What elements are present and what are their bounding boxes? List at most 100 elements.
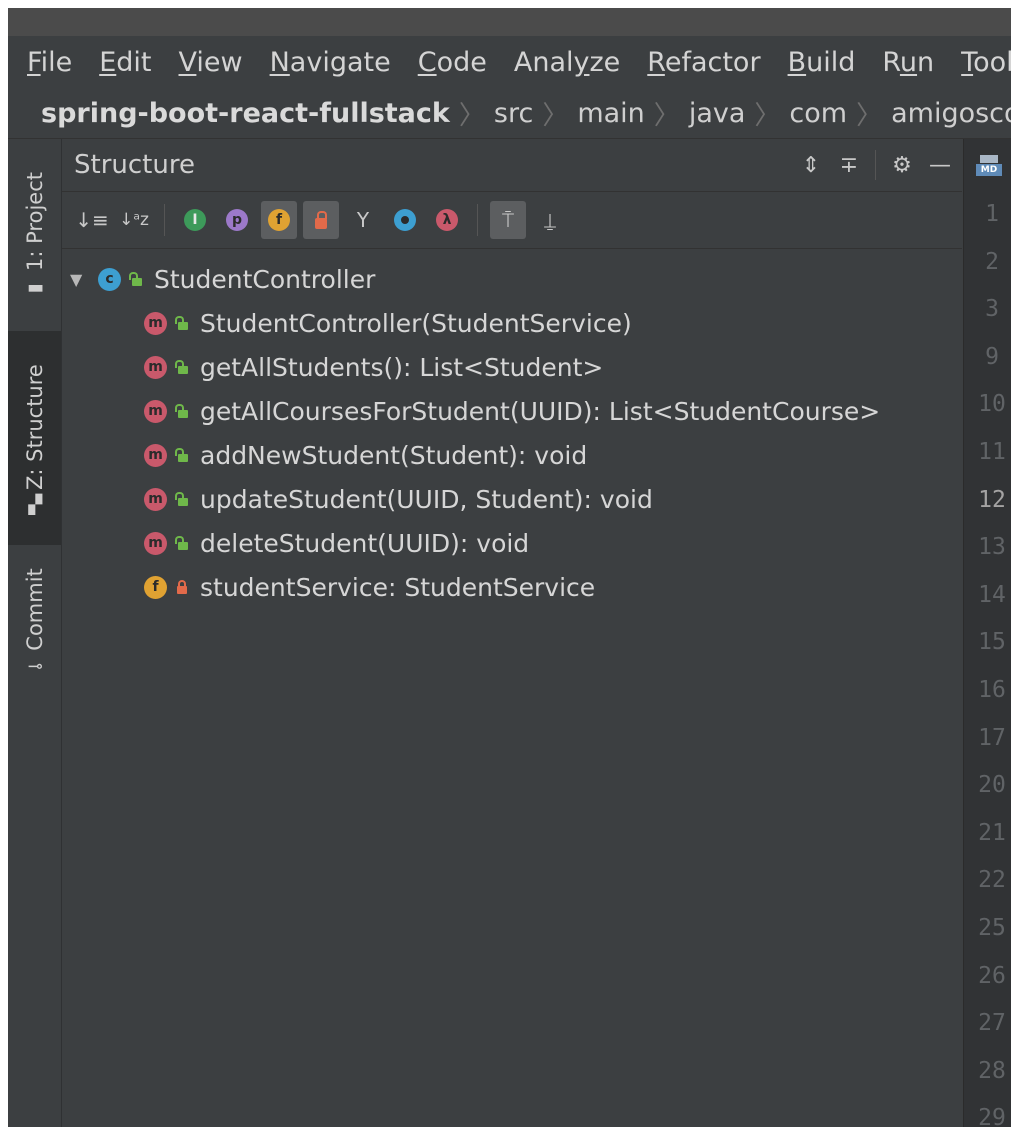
sort-by-visibility-button[interactable]: ↓≡ <box>74 201 110 239</box>
menu-navigate[interactable]: Navigate <box>270 47 391 78</box>
sidebar-tab-structure[interactable]: ▞ Z: Structure <box>8 331 61 545</box>
sort-alphabetically-button[interactable]: ↓ᵃz <box>116 201 152 239</box>
tree-member-row[interactable]: f studentService: StudentService <box>62 565 962 609</box>
sort-alpha-icon: ↓ᵃz <box>119 210 149 230</box>
line-number: 2 <box>985 248 999 275</box>
markdown-file-icon[interactable]: MD <box>976 153 1002 177</box>
breadcrumb: spring-boot-react-fullstack 〉 src 〉 main 〉 jav… <box>8 88 1011 139</box>
menu-code[interactable]: Code <box>418 47 487 78</box>
header-separator <box>875 150 876 180</box>
tree-member-row[interactable]: m deleteStudent(UUID): void <box>62 521 962 565</box>
line-number: 16 <box>978 677 1006 703</box>
breadcrumb-separator-icon: 〉 <box>856 100 883 131</box>
show-lambdas-button[interactable]: λ <box>429 201 465 239</box>
editor-gutter: MD 1 2 3 9 10 11 12 13 14 15 16 17 20 21 22 25 26 27 28 29 <box>963 139 1011 1127</box>
toolbar-separator-2 <box>477 204 478 236</box>
breadcrumb-item[interactable]: com <box>789 98 847 129</box>
collapse-all-button[interactable]: ∓ <box>833 149 865 181</box>
sidebar-tab-project[interactable]: ▬ 1: Project <box>8 139 61 329</box>
tree-members: m StudentController(StudentService) m getAl… <box>62 301 962 609</box>
panel-title: Structure <box>74 150 195 180</box>
commit-icon: ⊸ <box>26 655 43 677</box>
public-visibility-icon <box>175 404 188 418</box>
sidebar-tab-structure-label: Z: Structure <box>22 364 47 490</box>
line-number: 13 <box>978 534 1006 561</box>
lambda-icon: λ <box>436 209 458 231</box>
method-icon: m <box>144 531 167 555</box>
line-number: 28 <box>978 1057 1006 1084</box>
line-number: 9 <box>985 343 999 370</box>
menu-refactor[interactable]: Refactor <box>647 47 760 78</box>
show-lambdas-tree-button[interactable]: Y <box>345 201 381 239</box>
public-visibility-icon <box>175 536 188 550</box>
gear-icon: ⚙ <box>892 152 912 178</box>
settings-button[interactable]: ⚙ <box>886 149 918 181</box>
tree-member-row[interactable]: m updateStudent(UUID, Student): void <box>62 477 962 521</box>
public-visibility-icon <box>175 448 188 462</box>
line-number: 14 <box>978 581 1006 608</box>
tree-member-row[interactable]: m StudentController(StudentService) <box>62 301 962 345</box>
menu-analyze[interactable]: Analyze <box>514 47 620 78</box>
markdown-file-icon-label: MD <box>976 164 1002 176</box>
hierarchy-icon: Y <box>356 208 370 232</box>
autoscroll-from-source-button[interactable]: ⍊ <box>532 201 568 239</box>
breadcrumb-separator-icon: 〉 <box>653 100 680 131</box>
line-number: 29 <box>978 1105 1006 1127</box>
autoscroll-to-source-button[interactable]: ⍑ <box>490 201 526 239</box>
breadcrumb-item[interactable]: amigoscode <box>891 98 1011 129</box>
breadcrumb-item[interactable]: spring-boot-react-fullstack <box>41 98 450 129</box>
show-non-public-button[interactable] <box>303 201 339 239</box>
expand-all-button[interactable]: ⇕ <box>795 149 827 181</box>
line-number: 12 <box>978 486 1006 513</box>
public-visibility-icon <box>129 272 142 286</box>
tree-member-row[interactable]: m getAllStudents(): List<Student> <box>62 345 962 389</box>
show-properties-button[interactable]: p <box>219 201 255 239</box>
property-icon: p <box>226 209 248 231</box>
tree-member-label: getAllCoursesForStudent(UUID): List<Stud… <box>200 396 881 426</box>
menu-build[interactable]: Build <box>788 47 856 78</box>
line-number: 21 <box>978 819 1006 846</box>
show-fields-button[interactable]: f <box>261 201 297 239</box>
tree-root-row[interactable]: ▼ c StudentController <box>62 257 962 301</box>
tree-member-row[interactable]: m getAllCoursesForStudent(UUID): List<Stu… <box>62 389 962 433</box>
menu-view[interactable]: View <box>179 47 243 78</box>
breadcrumb-separator-icon: 〉 <box>458 100 485 131</box>
field-icon: f <box>268 209 290 231</box>
line-number: 10 <box>978 391 1006 418</box>
left-tool-strip: ▬ 1: Project ▞ Z: Structure ⊸ Commit <box>8 139 62 1127</box>
line-number: 27 <box>978 1010 1006 1037</box>
menu-file[interactable]: File <box>27 47 72 78</box>
line-number: 26 <box>978 962 1006 989</box>
menu-edit[interactable]: Edit <box>99 47 151 78</box>
structure-tree: ▼ c StudentController m StudentController… <box>62 249 962 609</box>
menu-tools[interactable]: Tools <box>961 47 1011 78</box>
structure-panel-header: Structure ⇕ ∓ ⚙ — <box>62 139 962 192</box>
structure-panel: Structure ⇕ ∓ ⚙ — ↓≡ ↓ᵃz I p f Y λ ⍑ ⍊ ▼… <box>62 139 962 1127</box>
breadcrumb-separator-icon: 〉 <box>754 100 781 131</box>
breadcrumb-item[interactable]: java <box>689 98 746 129</box>
show-inherited-button[interactable]: I <box>177 201 213 239</box>
method-icon: m <box>144 355 167 379</box>
expand-arrow-icon[interactable]: ▼ <box>70 270 90 289</box>
lock-icon <box>315 210 327 229</box>
menu-run[interactable]: Run <box>882 47 934 78</box>
tree-member-row[interactable]: m addNewStudent(Student): void <box>62 433 962 477</box>
scroll-to-source-icon: ⍑ <box>502 208 514 232</box>
breadcrumb-item[interactable]: src <box>494 98 533 129</box>
title-strip <box>8 8 1011 36</box>
sidebar-tab-project-label: 1: Project <box>22 172 47 271</box>
tree-member-label: getAllStudents(): List<Student> <box>200 352 604 382</box>
tree-member-label: addNewStudent(Student): void <box>200 440 588 470</box>
collapse-all-icon: ∓ <box>839 152 859 178</box>
hide-panel-button[interactable]: — <box>924 149 956 181</box>
show-anonymous-button[interactable] <box>387 201 423 239</box>
class-icon: c <box>98 267 121 291</box>
breadcrumb-item[interactable]: main <box>577 98 644 129</box>
field-icon: f <box>144 575 167 599</box>
sidebar-tab-commit[interactable]: ⊸ Commit <box>8 547 61 695</box>
interface-inherited-icon: I <box>184 209 206 231</box>
folder-icon: ▬ <box>26 276 44 298</box>
line-number: 20 <box>978 772 1006 799</box>
line-number: 11 <box>978 439 1006 465</box>
line-number: 3 <box>985 296 999 323</box>
